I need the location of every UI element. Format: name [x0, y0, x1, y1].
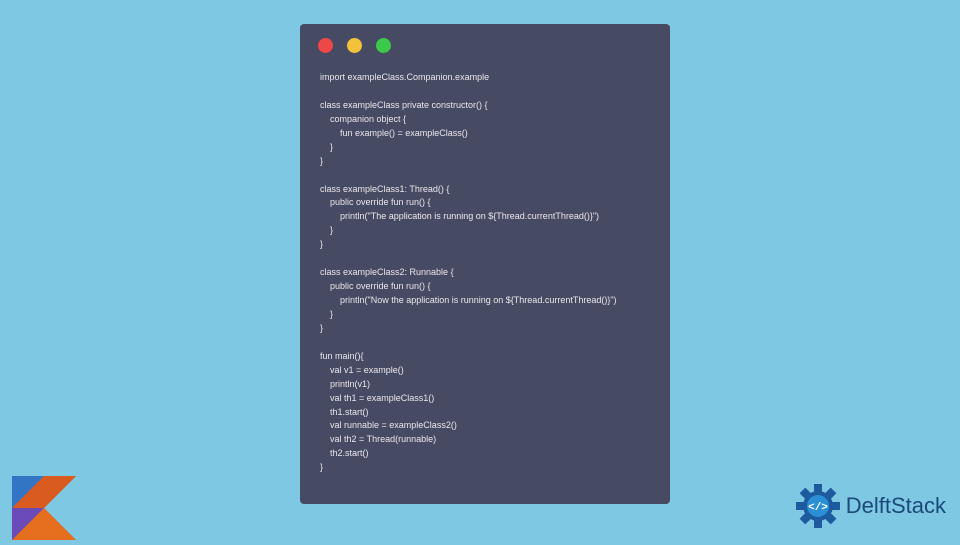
kotlin-logo-icon — [12, 476, 76, 540]
gear-icon: </> — [796, 484, 840, 528]
delftstack-logo: </> DelftStack — [796, 484, 946, 528]
delftstack-label: DelftStack — [846, 493, 946, 519]
minimize-icon — [347, 38, 362, 53]
maximize-icon — [376, 38, 391, 53]
window-traffic-lights — [300, 24, 670, 63]
code-block: import exampleClass.Companion.example cl… — [300, 63, 670, 491]
code-window: import exampleClass.Companion.example cl… — [300, 24, 670, 504]
close-icon — [318, 38, 333, 53]
svg-text:</>: </> — [808, 502, 828, 514]
